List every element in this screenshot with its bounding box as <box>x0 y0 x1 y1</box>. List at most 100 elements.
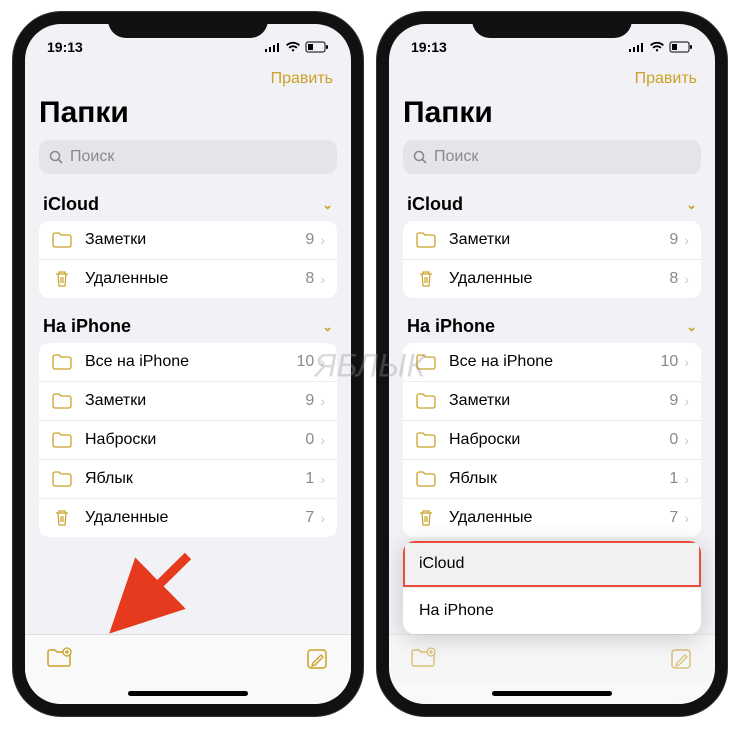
popup-option-iphone[interactable]: На iPhone <box>403 588 701 634</box>
edit-button[interactable]: Править <box>271 70 333 88</box>
item-label: Удаленные <box>449 270 669 288</box>
section-header-icloud[interactable]: iCloud ⌄ <box>39 188 337 221</box>
item-count: 9 <box>305 392 314 410</box>
list-item[interactable]: Заметки 9 › <box>403 382 701 421</box>
folder-icon <box>415 431 437 449</box>
folder-icon <box>51 470 73 488</box>
list-item[interactable]: Удаленные 8 › <box>403 260 701 298</box>
screen-left: 19:13 Править Папки Поиск iCloud ⌄ <box>25 24 351 704</box>
section-header-icloud[interactable]: iCloud ⌄ <box>403 188 701 221</box>
search-placeholder: Поиск <box>434 148 478 166</box>
list-icloud: Заметки 9 › Удаленные 8 › <box>39 221 337 298</box>
chevron-right-icon: › <box>684 393 689 409</box>
folder-icon <box>51 231 73 249</box>
list-item[interactable]: Заметки 9 › <box>39 221 337 260</box>
section-label: На iPhone <box>43 316 131 337</box>
item-label: Заметки <box>449 231 669 249</box>
trash-icon <box>415 509 437 527</box>
popup-option-icloud[interactable]: iCloud <box>403 541 701 588</box>
item-label: Заметки <box>449 392 669 410</box>
chevron-right-icon: › <box>320 354 325 370</box>
item-label: Заметки <box>85 231 305 249</box>
wifi-icon <box>649 41 665 53</box>
home-indicator[interactable] <box>25 682 351 704</box>
list-item[interactable]: Яблык 1 › <box>39 460 337 499</box>
search-input[interactable]: Поиск <box>39 140 337 174</box>
status-time: 19:13 <box>47 39 83 55</box>
chevron-down-icon: ⌄ <box>686 197 697 213</box>
list-item[interactable]: Удаленные 8 › <box>39 260 337 298</box>
chevron-right-icon: › <box>684 271 689 287</box>
list-item[interactable]: Заметки 9 › <box>403 221 701 260</box>
chevron-down-icon: ⌄ <box>322 319 333 335</box>
signal-icon <box>265 42 281 53</box>
list-item[interactable]: Удаленные 7 › <box>403 499 701 537</box>
list-item[interactable]: Все на iPhone 10 › <box>403 343 701 382</box>
section-label: iCloud <box>43 194 99 215</box>
item-label: Заметки <box>85 392 305 410</box>
list-item[interactable]: Заметки 9 › <box>39 382 337 421</box>
edit-button[interactable]: Править <box>635 70 697 88</box>
search-icon <box>413 150 428 165</box>
item-count: 0 <box>305 431 314 449</box>
signal-icon <box>629 42 645 53</box>
notch <box>472 12 632 38</box>
item-label: Все на iPhone <box>85 353 297 371</box>
item-count: 10 <box>297 353 315 371</box>
folder-icon <box>51 392 73 410</box>
section-header-iphone[interactable]: На iPhone ⌄ <box>403 310 701 343</box>
new-folder-button[interactable] <box>411 647 435 671</box>
status-time: 19:13 <box>411 39 447 55</box>
list-item[interactable]: Удаленные 7 › <box>39 499 337 537</box>
item-count: 9 <box>669 392 678 410</box>
chevron-right-icon: › <box>320 271 325 287</box>
item-count: 7 <box>305 509 314 527</box>
trash-icon <box>415 270 437 288</box>
section-label: iCloud <box>407 194 463 215</box>
chevron-right-icon: › <box>320 232 325 248</box>
compose-button[interactable] <box>669 647 693 671</box>
content-area: Править Папки Поиск iCloud ⌄ Заметки 9 ›… <box>25 64 351 634</box>
search-placeholder: Поиск <box>70 148 114 166</box>
toolbar <box>389 634 715 682</box>
folder-icon <box>51 431 73 449</box>
item-count: 10 <box>661 353 679 371</box>
compose-button[interactable] <box>305 647 329 671</box>
chevron-right-icon: › <box>320 432 325 448</box>
list-item[interactable]: Наброски 0 › <box>39 421 337 460</box>
list-iphone: Все на iPhone 10 › Заметки 9 › Наброски … <box>39 343 337 537</box>
chevron-right-icon: › <box>684 510 689 526</box>
page-title: Папки <box>39 96 337 130</box>
item-label: Удаленные <box>449 509 669 527</box>
nav-bar: Править <box>403 64 701 94</box>
screen-right: 19:13 Править Папки Поиск iCloud ⌄ Замет… <box>389 24 715 704</box>
chevron-right-icon: › <box>684 232 689 248</box>
item-label: Яблык <box>449 470 669 488</box>
phone-frame-left: 19:13 Править Папки Поиск iCloud ⌄ <box>13 12 363 716</box>
section-header-iphone[interactable]: На iPhone ⌄ <box>39 310 337 343</box>
trash-icon <box>51 509 73 527</box>
item-label: Наброски <box>85 431 305 449</box>
item-count: 1 <box>669 470 678 488</box>
item-count: 9 <box>669 231 678 249</box>
search-input[interactable]: Поиск <box>403 140 701 174</box>
wifi-icon <box>285 41 301 53</box>
new-folder-button[interactable] <box>47 647 71 671</box>
list-item[interactable]: Яблык 1 › <box>403 460 701 499</box>
chevron-right-icon: › <box>320 510 325 526</box>
item-label: Наброски <box>449 431 669 449</box>
location-popup: iCloud На iPhone <box>403 541 701 634</box>
home-indicator[interactable] <box>389 682 715 704</box>
folder-icon <box>51 353 73 371</box>
list-item[interactable]: Наброски 0 › <box>403 421 701 460</box>
list-iphone: Все на iPhone 10 › Заметки 9 › Наброски … <box>403 343 701 537</box>
list-item[interactable]: Все на iPhone 10 › <box>39 343 337 382</box>
folder-icon <box>415 470 437 488</box>
item-count: 1 <box>305 470 314 488</box>
page-title: Папки <box>403 96 701 130</box>
chevron-right-icon: › <box>684 432 689 448</box>
section-label: На iPhone <box>407 316 495 337</box>
chevron-down-icon: ⌄ <box>322 197 333 213</box>
folder-icon <box>415 353 437 371</box>
folder-icon <box>415 392 437 410</box>
